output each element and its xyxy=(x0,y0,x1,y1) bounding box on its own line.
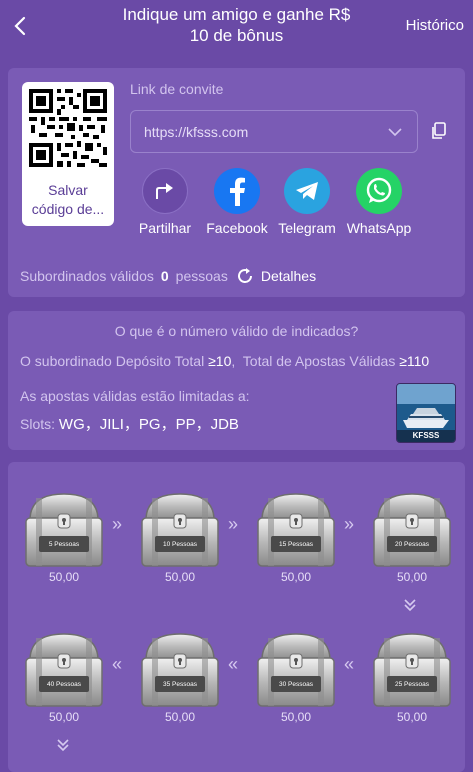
page-title-line1: Indique um amigo e ganhe R$ xyxy=(122,5,351,24)
treasure-chest-icon xyxy=(257,493,335,567)
invite-link-select[interactable]: https://kfsss.com xyxy=(130,110,418,153)
condition-deposit-value: ≥10 xyxy=(208,353,232,369)
chest-amount: 50,00 xyxy=(280,570,312,584)
share-label-telegram: Telegram xyxy=(278,220,336,236)
chevron-down-icon xyxy=(388,128,402,137)
condition-bets-label: Total de Apostas Válidas xyxy=(242,353,396,369)
chest-label: 40 Pessoas xyxy=(47,681,81,688)
chest-label: 35 Pessoas xyxy=(163,681,197,688)
qr-code-image xyxy=(27,87,109,169)
facebook-icon xyxy=(214,168,260,214)
telegram-icon xyxy=(284,168,330,214)
invite-link-label: Link de convite xyxy=(130,81,224,97)
refresh-icon xyxy=(237,268,252,283)
chest-amount: 50,00 xyxy=(280,710,312,724)
rules-card: O que é o número válido de indicados? O … xyxy=(8,311,465,450)
reward-chest[interactable]: 15 Pessoas 50,00 xyxy=(254,490,338,590)
reward-chest[interactable]: 40 Pessoas 50,00 xyxy=(22,630,106,730)
share-label-facebook: Facebook xyxy=(206,220,268,236)
rules-limit-text: As apostas válidas estão limitadas a: xyxy=(20,388,250,404)
history-link[interactable]: Histórico xyxy=(406,17,464,34)
back-button[interactable] xyxy=(8,12,32,40)
subordinates-unit: pessoas xyxy=(175,268,228,284)
arrow-right-icon: » xyxy=(112,514,123,534)
reward-chest[interactable]: 35 Pessoas 50,00 xyxy=(138,630,222,730)
chest-label: 10 Pessoas xyxy=(163,541,197,548)
copy-icon[interactable] xyxy=(431,122,447,140)
share-button-facebook[interactable]: Facebook xyxy=(201,168,273,236)
rewards-card: 5 Pessoas 50,00 10 Pessoas 50,00 15 Pess… xyxy=(8,462,465,772)
game-thumb-brand: KFSSS xyxy=(412,431,440,440)
chest-label: 5 Pessoas xyxy=(48,541,80,548)
share-button-whatsapp[interactable]: WhatsApp xyxy=(343,168,415,236)
header: Indique um amigo e ganhe R$ 10 de bônus … xyxy=(0,0,473,52)
game-thumbnail[interactable]: KFSSS xyxy=(396,383,456,443)
condition-bets-value: ≥110 xyxy=(399,353,430,369)
share-label-partilhar: Partilhar xyxy=(138,220,192,236)
subordinates-row: Subordinados válidos 0 pessoas Detalhes xyxy=(20,267,316,285)
chest-amount: 50,00 xyxy=(48,710,80,724)
details-button[interactable]: Detalhes xyxy=(236,267,316,285)
slots-label: Slots: xyxy=(20,416,56,432)
qr-code-save-button[interactable]: Salvar código de... xyxy=(22,82,114,226)
subordinates-count: 0 xyxy=(160,268,169,284)
chest-label: 25 Pessoas xyxy=(395,681,429,688)
share-button-partilhar[interactable]: Partilhar xyxy=(129,168,201,236)
reward-chest[interactable]: 5 Pessoas 50,00 xyxy=(22,490,106,590)
qr-caption-line2: código de... xyxy=(31,201,105,217)
page-title-line2: 10 de bônus xyxy=(189,26,284,45)
subordinates-label: Subordinados válidos xyxy=(20,268,154,284)
reward-chest[interactable]: 20 Pessoas 50,00 xyxy=(370,490,454,590)
chest-amount: 50,00 xyxy=(164,710,196,724)
treasure-chest-icon xyxy=(25,493,103,567)
qr-caption: Salvar código de... xyxy=(22,181,114,219)
reward-chest[interactable]: 30 Pessoas 50,00 xyxy=(254,630,338,730)
treasure-chest-icon xyxy=(141,493,219,567)
invite-card: Salvar código de... Link de convite http… xyxy=(8,68,465,297)
chest-amount: 50,00 xyxy=(396,710,428,724)
page-title: Indique um amigo e ganhe R$ 10 de bônus xyxy=(80,4,393,46)
arrow-left-icon: « xyxy=(112,654,123,674)
invite-link-value: https://kfsss.com xyxy=(144,124,249,140)
qr-caption-line1: Salvar xyxy=(48,182,88,198)
chevron-left-icon xyxy=(14,16,26,36)
slots-value: WG，JILI，PG，PP，JDB xyxy=(58,416,239,433)
chest-amount: 50,00 xyxy=(164,570,196,584)
rules-condition: O subordinado Depósito Total ≥10, Total … xyxy=(20,353,430,369)
chest-label: 30 Pessoas xyxy=(279,681,313,688)
share-button-telegram[interactable]: Telegram xyxy=(271,168,343,236)
arrow-left-icon: « xyxy=(344,654,355,674)
arrow-left-icon: « xyxy=(228,654,239,674)
condition-deposit-label: O subordinado Depósito Total xyxy=(20,353,205,369)
arrow-down-icon xyxy=(403,596,417,617)
arrow-right-icon: » xyxy=(228,514,239,534)
treasure-chest-icon xyxy=(141,633,219,707)
arrow-right-icon: » xyxy=(344,514,355,534)
share-icon xyxy=(142,168,188,214)
treasure-chest-icon xyxy=(373,493,451,567)
chest-label: 15 Pessoas xyxy=(279,541,313,548)
reward-chest[interactable]: 10 Pessoas 50,00 xyxy=(138,490,222,590)
whatsapp-icon xyxy=(356,168,402,214)
chest-label: 20 Pessoas xyxy=(395,541,429,548)
details-label: Detalhes xyxy=(260,268,317,284)
treasure-chest-icon xyxy=(25,633,103,707)
share-label-whatsapp: WhatsApp xyxy=(346,220,412,236)
arrow-down-icon xyxy=(56,736,70,757)
chest-amount: 50,00 xyxy=(396,570,428,584)
chest-amount: 50,00 xyxy=(48,570,80,584)
rules-slots: Slots: WG，JILI，PG，PP，JDB xyxy=(20,413,239,434)
reward-chest[interactable]: 25 Pessoas 50,00 xyxy=(370,630,454,730)
treasure-chest-icon xyxy=(373,633,451,707)
rules-question: O que é o número válido de indicados? xyxy=(114,323,359,339)
treasure-chest-icon xyxy=(257,633,335,707)
